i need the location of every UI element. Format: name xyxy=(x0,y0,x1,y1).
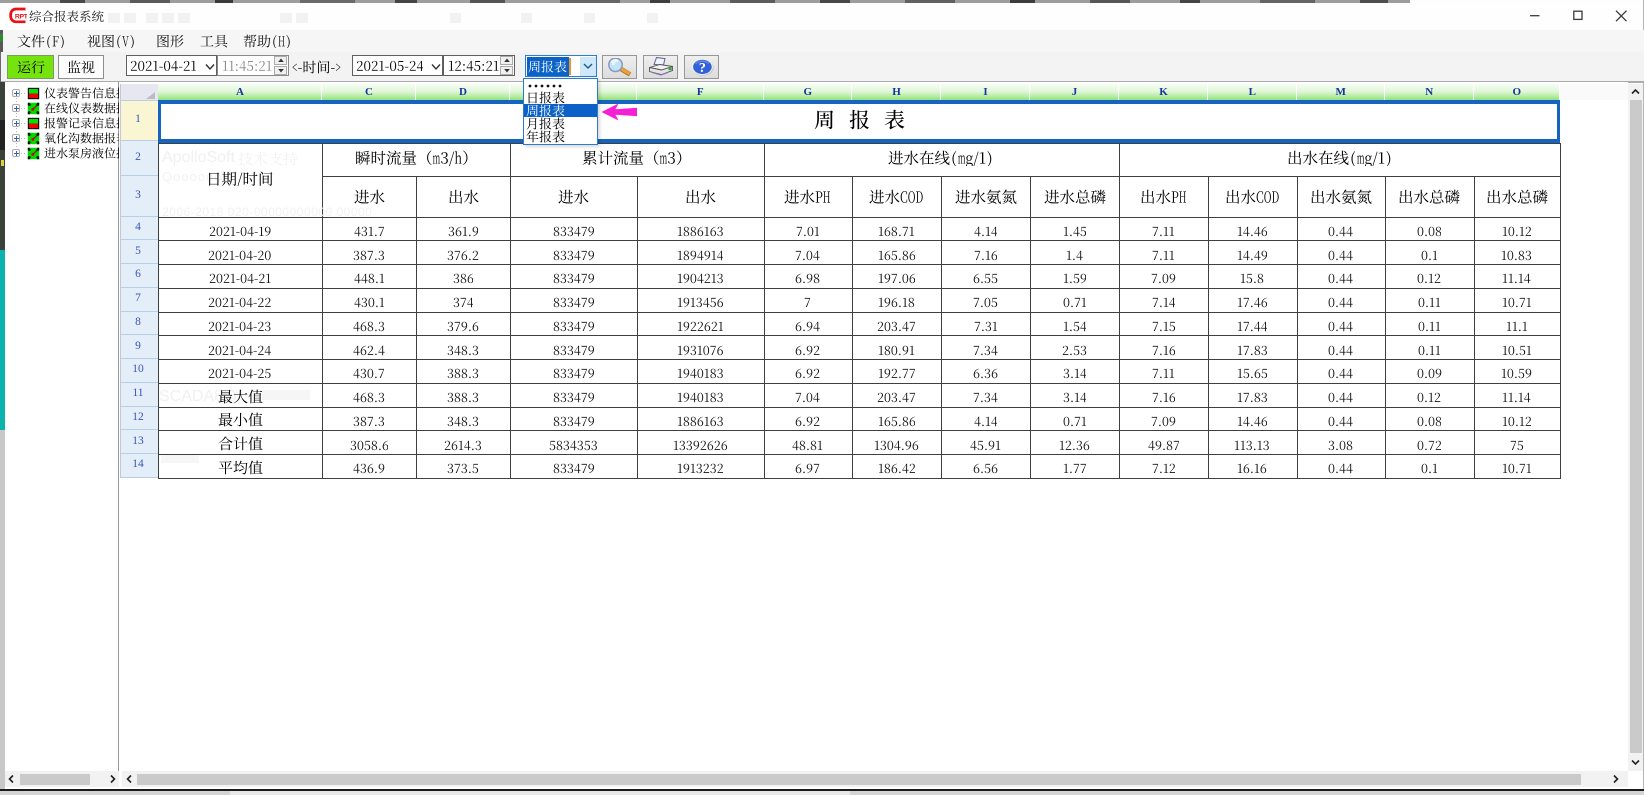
svg-text:RPT: RPT xyxy=(15,13,27,20)
svg-text:?: ? xyxy=(699,61,706,76)
